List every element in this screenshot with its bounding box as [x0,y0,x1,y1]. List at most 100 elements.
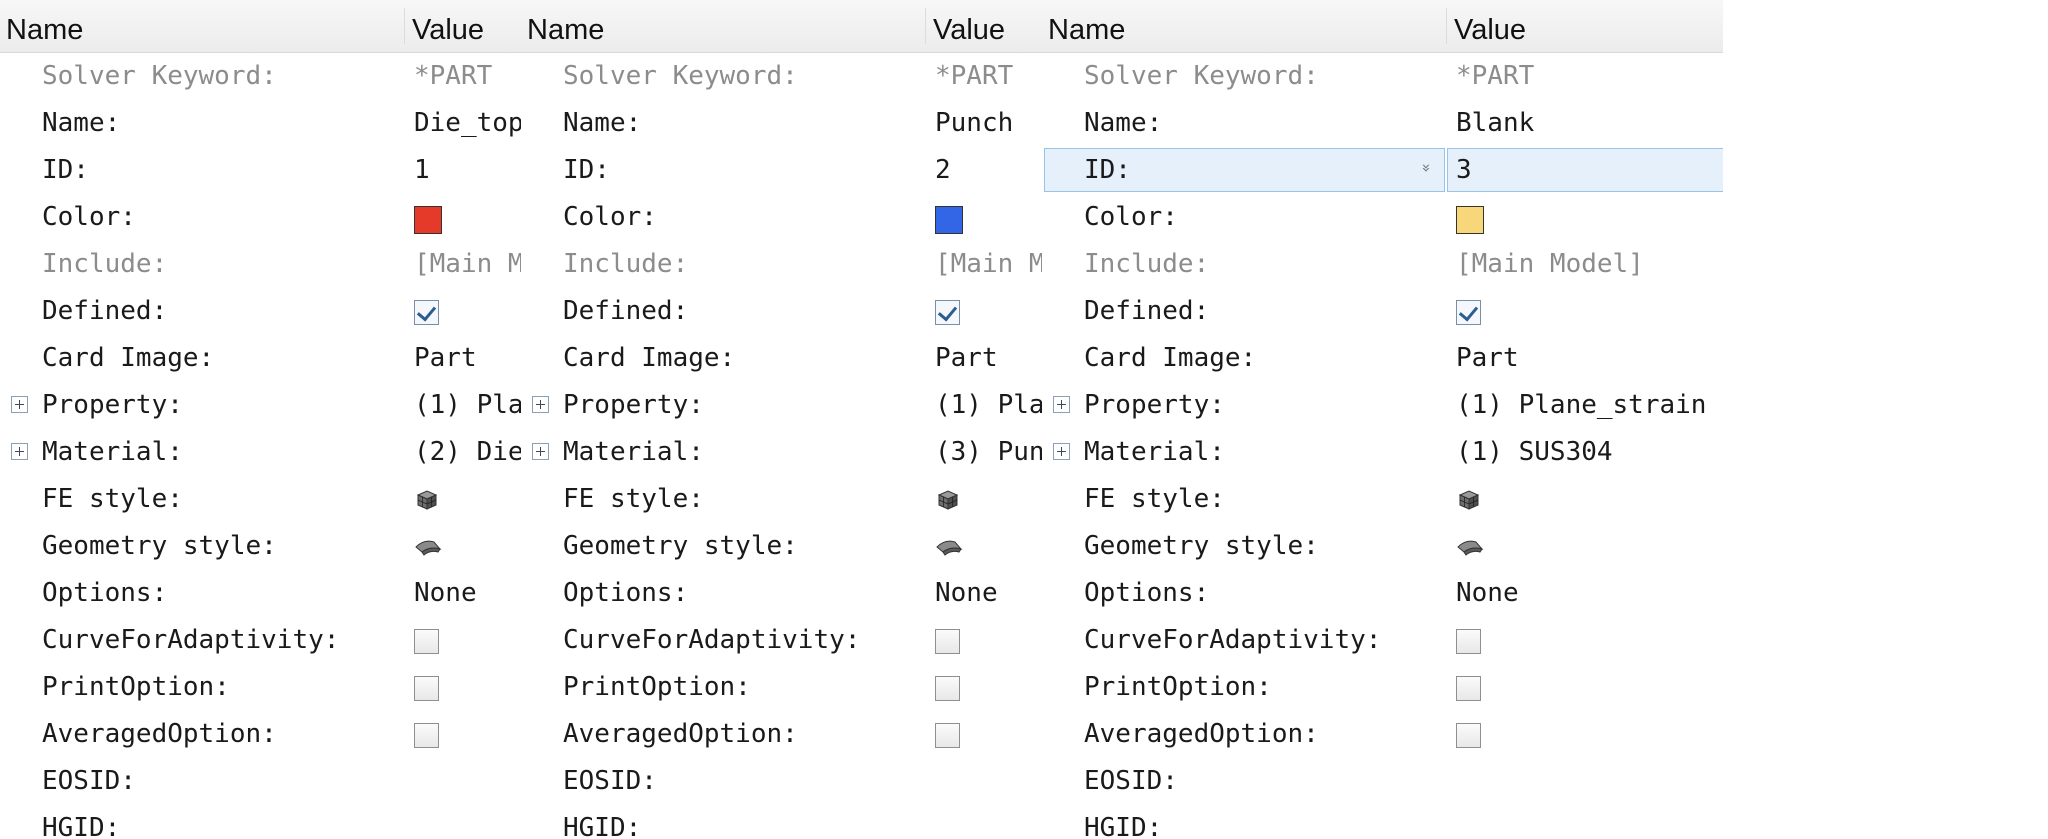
property-label: AveragedOption: [1084,719,1319,749]
property-label: Include: [1084,249,1210,279]
defined-checkbox[interactable] [935,300,960,325]
property-row-material[interactable]: Material: (1) SUS304 [1042,429,1723,476]
defined-checkbox[interactable] [414,300,439,325]
property-value-solver-keyword[interactable]: *PART [1456,53,1534,100]
property-row-color[interactable]: Color: [1042,194,1723,241]
property-row-card-image[interactable]: Card Image: Part [1042,335,1723,382]
geometry-surface-icon[interactable] [1456,538,1484,556]
curve-for-adaptivity-checkbox[interactable] [414,629,439,654]
column-header: Name Value [1042,0,1723,53]
print-option-checkbox[interactable] [935,676,960,701]
color-swatch[interactable] [1456,206,1484,234]
property-label: Defined: [42,296,168,326]
property-value-card-image[interactable]: Part [935,335,998,382]
property-label: Card Image: [563,343,736,373]
property-label: ID: [42,155,89,185]
column-header-value[interactable]: Value [933,0,1005,52]
property-row-hgid[interactable]: HGID: [1042,805,1723,839]
property-label: Material: [563,437,704,467]
property-value-card-image[interactable]: Part [414,335,477,382]
property-label: Options: [1084,578,1210,608]
property-label: ID: [1084,155,1131,185]
property-row-name[interactable]: Name: Blank [1042,100,1723,147]
property-row-options[interactable]: Options: None [1042,570,1723,617]
property-label: Color: [563,202,657,232]
property-label: EOSID: [1084,766,1178,796]
defined-checkbox[interactable] [1456,300,1481,325]
curve-for-adaptivity-checkbox[interactable] [1456,629,1481,654]
property-label: Card Image: [42,343,215,373]
print-option-checkbox[interactable] [1456,676,1481,701]
expand-property-icon[interactable] [11,396,28,413]
solid-mesh-cube-icon[interactable] [937,490,959,510]
part-panel-3: Name Value Solver Keyword: *PART Name: Blank»… [1042,0,1723,839]
property-row-include[interactable]: Include: [Main Model] [1042,241,1723,288]
curve-for-adaptivity-checkbox[interactable] [935,629,960,654]
expand-material-icon[interactable] [532,443,549,460]
property-value-name[interactable]: Punch [935,100,1013,147]
property-label: Material: [1084,437,1225,467]
column-divider[interactable] [1446,8,1447,44]
property-label: Include: [563,249,689,279]
property-label: Name: [1084,108,1163,138]
property-value-name[interactable]: Die_top [414,100,524,147]
expand-material-icon[interactable] [1053,443,1070,460]
property-row-print-option[interactable]: PrintOption: [1042,664,1723,711]
property-value-options[interactable]: None [414,570,477,617]
property-label: EOSID: [42,766,136,796]
property-value-solver-keyword[interactable]: *PART [414,53,492,100]
property-label: Material: [42,437,183,467]
property-label: PrintOption: [42,672,230,702]
solid-mesh-cube-icon[interactable] [1458,490,1480,510]
property-row-id[interactable]: » ID: 3 [1042,147,1723,194]
property-row-solver-keyword[interactable]: Solver Keyword: *PART [1042,53,1723,100]
property-value-include[interactable]: [Main Model] [1456,241,1644,288]
property-value-solver-keyword[interactable]: *PART [935,53,1013,100]
property-label: Color: [42,202,136,232]
property-label: Solver Keyword: [563,61,798,91]
property-row-geometry-style[interactable]: Geometry style: [1042,523,1723,570]
color-swatch[interactable] [414,206,442,234]
column-header-value[interactable]: Value [1454,0,1526,52]
property-row-fe-style[interactable]: FE style: [1042,476,1723,523]
column-header-name[interactable]: Name [527,0,604,52]
geometry-surface-icon[interactable] [414,538,442,556]
column-header-value[interactable]: Value [412,0,484,52]
expand-material-icon[interactable] [11,443,28,460]
property-label: Property: [42,390,183,420]
averaged-option-checkbox[interactable] [414,723,439,748]
property-value-id[interactable]: 2 [935,147,951,194]
property-label: PrintOption: [563,672,751,702]
solid-mesh-cube-icon[interactable] [416,490,438,510]
property-value-card-image[interactable]: Part [1456,335,1519,382]
expand-property-icon[interactable] [532,396,549,413]
property-label: Name: [42,108,121,138]
column-divider[interactable] [925,8,926,44]
column-header-name[interactable]: Name [6,0,83,52]
property-value-id[interactable]: 3 [1456,147,1472,194]
property-row-defined[interactable]: Defined: [1042,288,1723,335]
color-swatch[interactable] [935,206,963,234]
expand-property-icon[interactable] [1053,396,1070,413]
property-label: AveragedOption: [42,719,277,749]
averaged-option-checkbox[interactable] [935,723,960,748]
property-value-id[interactable]: 1 [414,147,430,194]
property-label: Card Image: [1084,343,1257,373]
property-value-options[interactable]: None [1456,570,1519,617]
double-chevron-down-icon[interactable]: » [1418,163,1436,172]
property-label: Solver Keyword: [42,61,277,91]
property-row-curve-for-adaptivity[interactable]: CurveForAdaptivity: [1042,617,1723,664]
property-value-name[interactable]: Blank [1456,100,1534,147]
column-divider[interactable] [404,8,405,44]
property-row-eosid[interactable]: EOSID: [1042,758,1723,805]
property-value-property[interactable]: (1) Plane_strain [1456,382,1706,429]
print-option-checkbox[interactable] [414,676,439,701]
property-row-property[interactable]: Property: (1) Plane_strain [1042,382,1723,429]
property-label: Property: [563,390,704,420]
column-header-name[interactable]: Name [1048,0,1125,52]
averaged-option-checkbox[interactable] [1456,723,1481,748]
geometry-surface-icon[interactable] [935,538,963,556]
property-value-options[interactable]: None [935,570,998,617]
property-value-material[interactable]: (1) SUS304 [1456,429,1613,476]
property-row-averaged-option[interactable]: AveragedOption: [1042,711,1723,758]
